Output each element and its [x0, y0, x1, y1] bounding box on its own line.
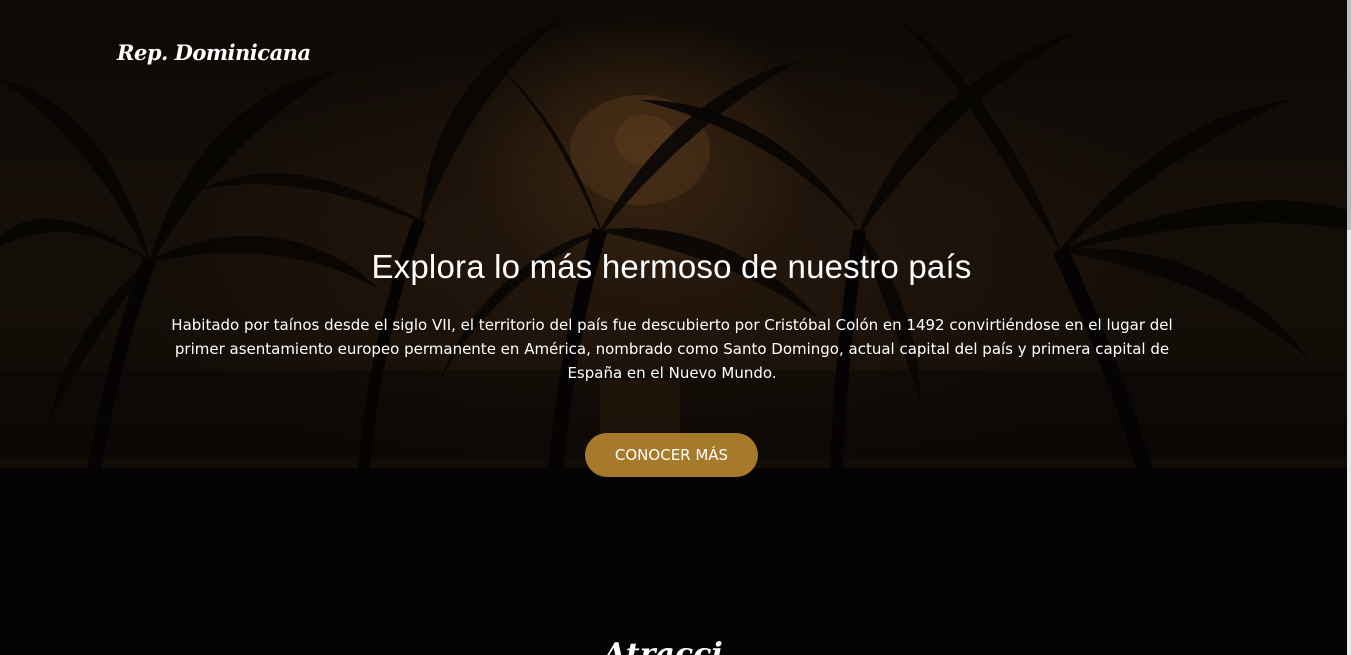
brand-logo[interactable]: Rep. Dominicana — [117, 40, 311, 65]
hero-description: Habitado por taínos desde el siglo VII, … — [171, 316, 1173, 382]
scrollbar-thumb[interactable] — [1347, 0, 1351, 230]
hero-title: Explora lo más hermoso de nuestro país — [371, 248, 972, 285]
vertical-scrollbar[interactable] — [1347, 0, 1351, 655]
page: Rep. Dominicana Explora lo más hermoso d… — [0, 0, 1351, 655]
conocer-mas-button[interactable]: CONOCER MÁS — [585, 433, 758, 477]
next-section-title: Atracci — [603, 637, 723, 655]
hero-section: Rep. Dominicana Explora lo más hermoso d… — [0, 0, 1347, 655]
